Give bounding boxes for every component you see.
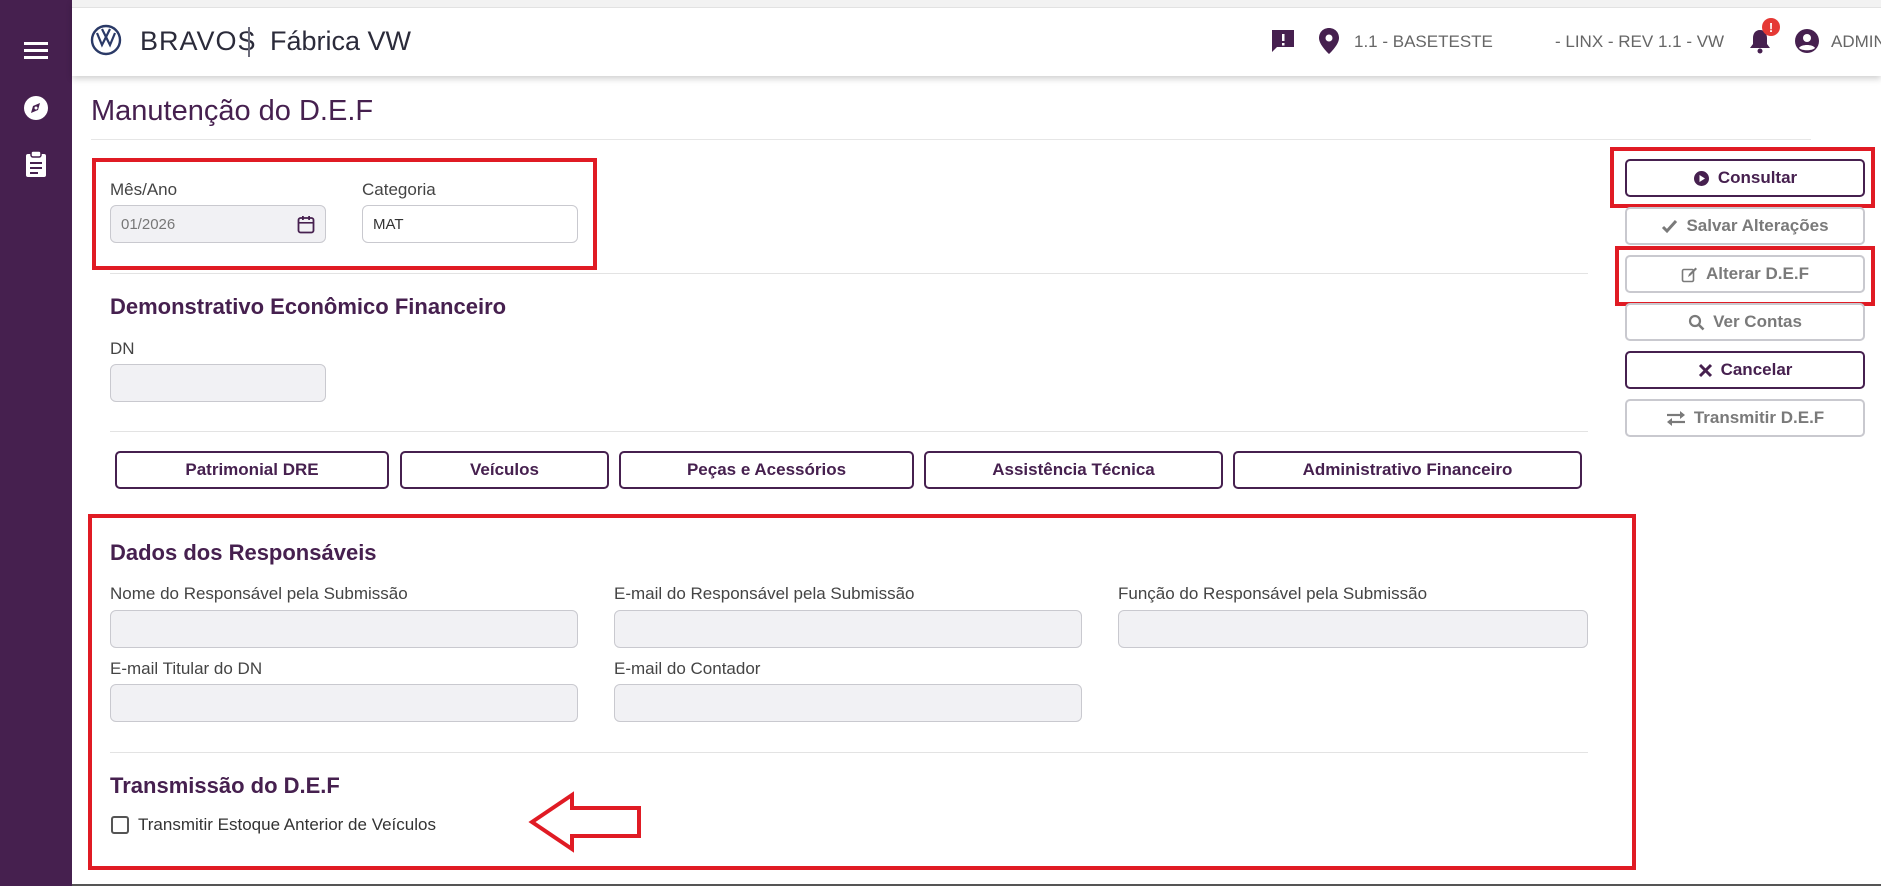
month-year-value: 01/2026: [121, 215, 176, 233]
email-responsavel-input[interactable]: [614, 610, 1082, 648]
section-divider: [110, 752, 1588, 753]
dn-input[interactable]: [110, 364, 326, 402]
browser-strip: [72, 0, 1881, 8]
responsaveis-title: Dados dos Responsáveis: [110, 540, 377, 565]
brand-divider: [248, 27, 250, 57]
brand-name: BRAVOS: [140, 26, 257, 56]
user-name[interactable]: ADMIN: [1831, 32, 1881, 52]
month-year-label: Mês/Ano: [110, 180, 178, 199]
funcao-label: Função do Responsável pela Submissão: [1118, 584, 1428, 603]
page-title: Manutenção do D.E.F: [91, 95, 374, 127]
notification-badge: !: [1762, 18, 1780, 36]
transmissao-title: Transmissão do D.E.F: [110, 773, 340, 798]
category-input[interactable]: MAT: [362, 205, 578, 243]
category-label: Categoria: [362, 180, 436, 199]
funcao-input[interactable]: [1118, 610, 1588, 648]
feedback-icon[interactable]: [1270, 28, 1296, 54]
dn-label: DN: [110, 339, 135, 358]
transmitir-def-button[interactable]: Transmitir D.E.F: [1625, 399, 1865, 437]
tab-pecas-acessorios[interactable]: Peças e Acessórios: [619, 451, 914, 489]
section-divider: [110, 273, 1588, 274]
exchange-icon: [1666, 410, 1685, 426]
email-responsavel-label: E-mail do Responsável pela Submissão: [614, 584, 915, 603]
nome-label: Nome do Responsável pela Submissão: [110, 584, 408, 603]
location-icon[interactable]: [1318, 27, 1340, 55]
email-titular-input[interactable]: [110, 684, 578, 722]
transmitir-label: Transmitir D.E.F: [1693, 408, 1825, 427]
section-divider: [110, 431, 1588, 432]
email-contador-label: E-mail do Contador: [614, 659, 761, 678]
salvar-label: Salvar Alterações: [1686, 216, 1829, 235]
ver-contas-button[interactable]: Ver Contas: [1625, 303, 1865, 341]
check-icon: [1662, 219, 1678, 233]
organization-label: - LINX - REV 1.1 - VW: [1555, 32, 1725, 51]
cancelar-button[interactable]: Cancelar: [1625, 351, 1865, 389]
alterar-label: Alterar D.E.F: [1706, 264, 1809, 283]
factory-name: Fábrica VW: [270, 26, 412, 56]
title-divider: [91, 139, 1811, 140]
vw-logo-icon: [90, 24, 122, 56]
alterar-def-button[interactable]: Alterar D.E.F: [1625, 255, 1865, 293]
arrow-left-annotation-icon: [528, 791, 641, 853]
compass-icon[interactable]: [0, 88, 72, 128]
transmitir-estoque-checkbox[interactable]: [111, 816, 129, 834]
email-contador-input[interactable]: [614, 684, 1082, 722]
consultar-button[interactable]: Consultar: [1625, 159, 1865, 197]
clipboard-icon[interactable]: [0, 144, 72, 184]
play-circle-icon: [1693, 170, 1709, 186]
category-value: MAT: [373, 215, 404, 233]
location-label[interactable]: 1.1 - BASETESTE: [1354, 32, 1493, 52]
consultar-label: Consultar: [1717, 168, 1798, 187]
tab-assistencia-tecnica[interactable]: Assistência Técnica: [924, 451, 1223, 489]
tab-patrimonial-dre[interactable]: Patrimonial DRE: [115, 451, 389, 489]
ver-contas-label: Ver Contas: [1713, 312, 1802, 331]
cancelar-label: Cancelar: [1720, 360, 1793, 379]
def-section-title: Demonstrativo Econômico Financeiro: [110, 294, 507, 319]
tab-veiculos[interactable]: Veículos: [400, 451, 609, 489]
edit-icon: [1681, 267, 1697, 282]
menu-icon[interactable]: [0, 30, 72, 70]
close-icon: [1698, 363, 1712, 377]
calendar-icon[interactable]: [297, 215, 315, 234]
search-icon: [1688, 314, 1705, 330]
user-account-icon[interactable]: [1794, 28, 1820, 54]
salvar-alteracoes-button[interactable]: Salvar Alterações: [1625, 207, 1865, 245]
tab-administrativo-financeiro[interactable]: Administrativo Financeiro: [1233, 451, 1582, 489]
nome-input[interactable]: [110, 610, 578, 648]
month-year-input[interactable]: 01/2026: [110, 205, 326, 243]
left-navigation-rail: [0, 0, 72, 886]
email-titular-label: E-mail Titular do DN: [110, 659, 263, 678]
transmitir-estoque-label[interactable]: Transmitir Estoque Anterior de Veículos: [138, 815, 436, 835]
